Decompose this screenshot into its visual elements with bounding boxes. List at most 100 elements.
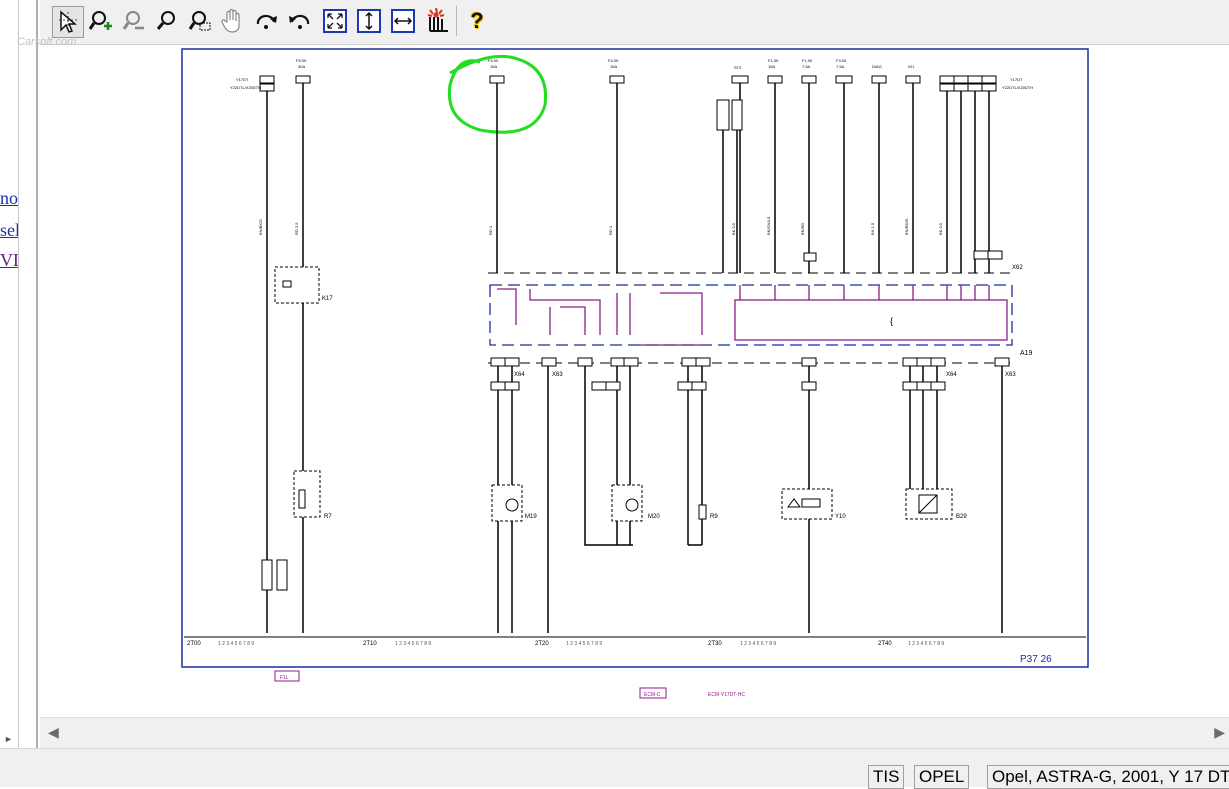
connector-x63-left: X63 bbox=[552, 372, 563, 378]
svg-text:F4.00: F4.00 bbox=[488, 58, 499, 63]
svg-text:7.5A: 7.5A bbox=[802, 64, 811, 69]
fit-height-icon bbox=[357, 9, 381, 33]
svg-text:1 2 3 4 5 6 7 8 9: 1 2 3 4 5 6 7 8 9 bbox=[740, 641, 776, 647]
svg-text:BK/RD: BK/RD bbox=[800, 223, 805, 235]
component-r7: R7 bbox=[324, 514, 332, 520]
pointer-icon bbox=[59, 10, 78, 33]
svg-text:ST0: ST0 bbox=[734, 65, 742, 70]
zoom-window-button[interactable] bbox=[184, 6, 214, 36]
status-brand: OPEL bbox=[914, 765, 970, 789]
svg-text:F1.00: F1.00 bbox=[802, 58, 813, 63]
svg-text:1 2 3 4 5 6 7 8 9: 1 2 3 4 5 6 7 8 9 bbox=[566, 641, 602, 647]
svg-text:IG1: IG1 bbox=[908, 64, 915, 69]
svg-text:15A: 15A bbox=[610, 64, 617, 69]
module-label: A19 bbox=[1020, 350, 1033, 357]
connector-x64-right: X64 bbox=[946, 372, 957, 378]
svg-text:RD 1: RD 1 bbox=[608, 225, 613, 235]
svg-text:ECM-Y17DT-HC: ECM-Y17DT-HC bbox=[708, 692, 745, 698]
zoom-window-icon bbox=[188, 11, 211, 31]
sidebar-link-2[interactable]: sel bbox=[0, 220, 18, 241]
track-label-5: 2T40 bbox=[878, 641, 892, 647]
svg-text:BN/BK/S: BN/BK/S bbox=[258, 219, 263, 235]
svg-text:RD 1: RD 1 bbox=[488, 225, 493, 235]
zoom-in-button[interactable] bbox=[86, 6, 116, 36]
toolbar: ? bbox=[40, 0, 1229, 45]
left-scroll-arrow[interactable]: ► bbox=[4, 734, 13, 744]
rotate-left-button[interactable] bbox=[284, 6, 314, 36]
drawing-id: P37 26 bbox=[1020, 654, 1052, 665]
highlight-button[interactable] bbox=[422, 6, 452, 36]
svg-text:BN 1.5: BN 1.5 bbox=[870, 222, 875, 235]
zoom-out-icon bbox=[122, 11, 144, 30]
pan-button[interactable] bbox=[218, 6, 248, 36]
help-icon: ? bbox=[470, 8, 484, 33]
svg-text:15A: 15A bbox=[768, 64, 775, 69]
svg-text:30A: 30A bbox=[298, 64, 305, 69]
connector-x62-top: X62 bbox=[1012, 265, 1023, 271]
svg-text:Y22DTL/X20DTH: Y22DTL/X20DTH bbox=[1002, 85, 1033, 90]
sidebar-link-3[interactable]: VD bbox=[0, 250, 18, 271]
rotate-right-button[interactable] bbox=[252, 6, 282, 36]
status-bar: TIS OPEL Opel, ASTRA-G, 2001, Y 17 DT bbox=[0, 748, 1229, 789]
sidebar-link-1[interactable]: nor bbox=[0, 188, 18, 209]
svg-text:BK/GN/LS: BK/GN/LS bbox=[766, 216, 771, 235]
zoom-button[interactable] bbox=[152, 6, 182, 36]
foot-ref-1: F1L bbox=[280, 675, 289, 681]
diagram-viewer[interactable]: Y17DT Y22DTL/X20DTH F5.00 30A F4.00 15A F4.… bbox=[40, 45, 1229, 717]
scroll-right-arrow[interactable]: ▶ bbox=[1214, 724, 1225, 741]
svg-text:DIAG: DIAG bbox=[872, 64, 882, 69]
rotate-right-icon bbox=[256, 14, 277, 29]
svg-text:7.5A: 7.5A bbox=[836, 64, 845, 69]
svg-text:{: { bbox=[890, 316, 893, 326]
svg-text:F5.00: F5.00 bbox=[296, 58, 307, 63]
component-k17: K17 bbox=[322, 296, 333, 302]
component-r9: R9 bbox=[710, 514, 718, 520]
help-button[interactable]: ? bbox=[462, 6, 492, 36]
track-label-1: 2T00 bbox=[187, 641, 201, 647]
svg-text:BN/RD/S: BN/RD/S bbox=[904, 218, 909, 235]
fit-page-button[interactable] bbox=[320, 6, 350, 36]
magnifier-icon bbox=[156, 11, 175, 30]
left-panel-border bbox=[18, 0, 19, 748]
status-vehicle: Opel, ASTRA-G, 2001, Y 17 DT bbox=[987, 765, 1229, 789]
svg-text:F3.00: F3.00 bbox=[836, 58, 847, 63]
svg-text:15A: 15A bbox=[490, 64, 497, 69]
horizontal-scrollbar[interactable]: ◀ ▶ bbox=[40, 717, 1229, 748]
component-y10: Y10 bbox=[835, 514, 846, 520]
component-b29: B29 bbox=[956, 514, 967, 520]
zoom-out-button[interactable] bbox=[118, 6, 148, 36]
fit-width-button[interactable] bbox=[388, 6, 418, 36]
connector-x63-right: X63 bbox=[1005, 372, 1016, 378]
fit-width-icon bbox=[391, 9, 415, 33]
splitter[interactable] bbox=[36, 0, 38, 748]
rotate-left-icon bbox=[289, 14, 310, 29]
svg-text:F1.00: F1.00 bbox=[768, 58, 779, 63]
component-m19: M19 bbox=[525, 514, 537, 520]
track-label-2: 2T10 bbox=[363, 641, 377, 647]
svg-text:Y22DTL/X20DTH: Y22DTL/X20DTH bbox=[230, 85, 261, 90]
svg-text:Y17DT: Y17DT bbox=[1010, 77, 1023, 82]
wiring-diagram: Y17DTY22DTL/X20DTH F5.0030A F4.0015A F4.… bbox=[181, 48, 1089, 699]
hand-icon bbox=[221, 8, 240, 33]
scroll-left-arrow[interactable]: ◀ bbox=[48, 724, 59, 741]
svg-text:1 2 3 4 5 6 7 8 9: 1 2 3 4 5 6 7 8 9 bbox=[395, 641, 431, 647]
svg-text:Y17DT: Y17DT bbox=[236, 77, 249, 82]
svg-text:BK 0.5: BK 0.5 bbox=[731, 222, 736, 235]
component-m20: M20 bbox=[648, 514, 660, 520]
fit-page-icon bbox=[323, 9, 347, 33]
svg-text:1 2 3 4 5 6 7 8 9: 1 2 3 4 5 6 7 8 9 bbox=[908, 641, 944, 647]
zoom-in-icon bbox=[89, 11, 112, 30]
svg-text:RD 2.5: RD 2.5 bbox=[294, 222, 299, 235]
svg-text:1 2 3 4 5 6 7 8 9: 1 2 3 4 5 6 7 8 9 bbox=[218, 641, 254, 647]
connector-x64-left: X64 bbox=[514, 372, 525, 378]
foot-ref-2: ECM-C bbox=[644, 692, 661, 698]
select-tool-button[interactable] bbox=[52, 6, 84, 38]
track-label-4: 2T30 bbox=[708, 641, 722, 647]
svg-text:BK 0.5: BK 0.5 bbox=[938, 222, 943, 235]
toolbar-separator bbox=[456, 6, 457, 36]
svg-text:F4.00: F4.00 bbox=[608, 58, 619, 63]
status-app: TIS bbox=[868, 765, 905, 789]
highlight-icon bbox=[427, 7, 448, 32]
track-label-3: 2T20 bbox=[535, 641, 549, 647]
fit-height-button[interactable] bbox=[354, 6, 384, 36]
